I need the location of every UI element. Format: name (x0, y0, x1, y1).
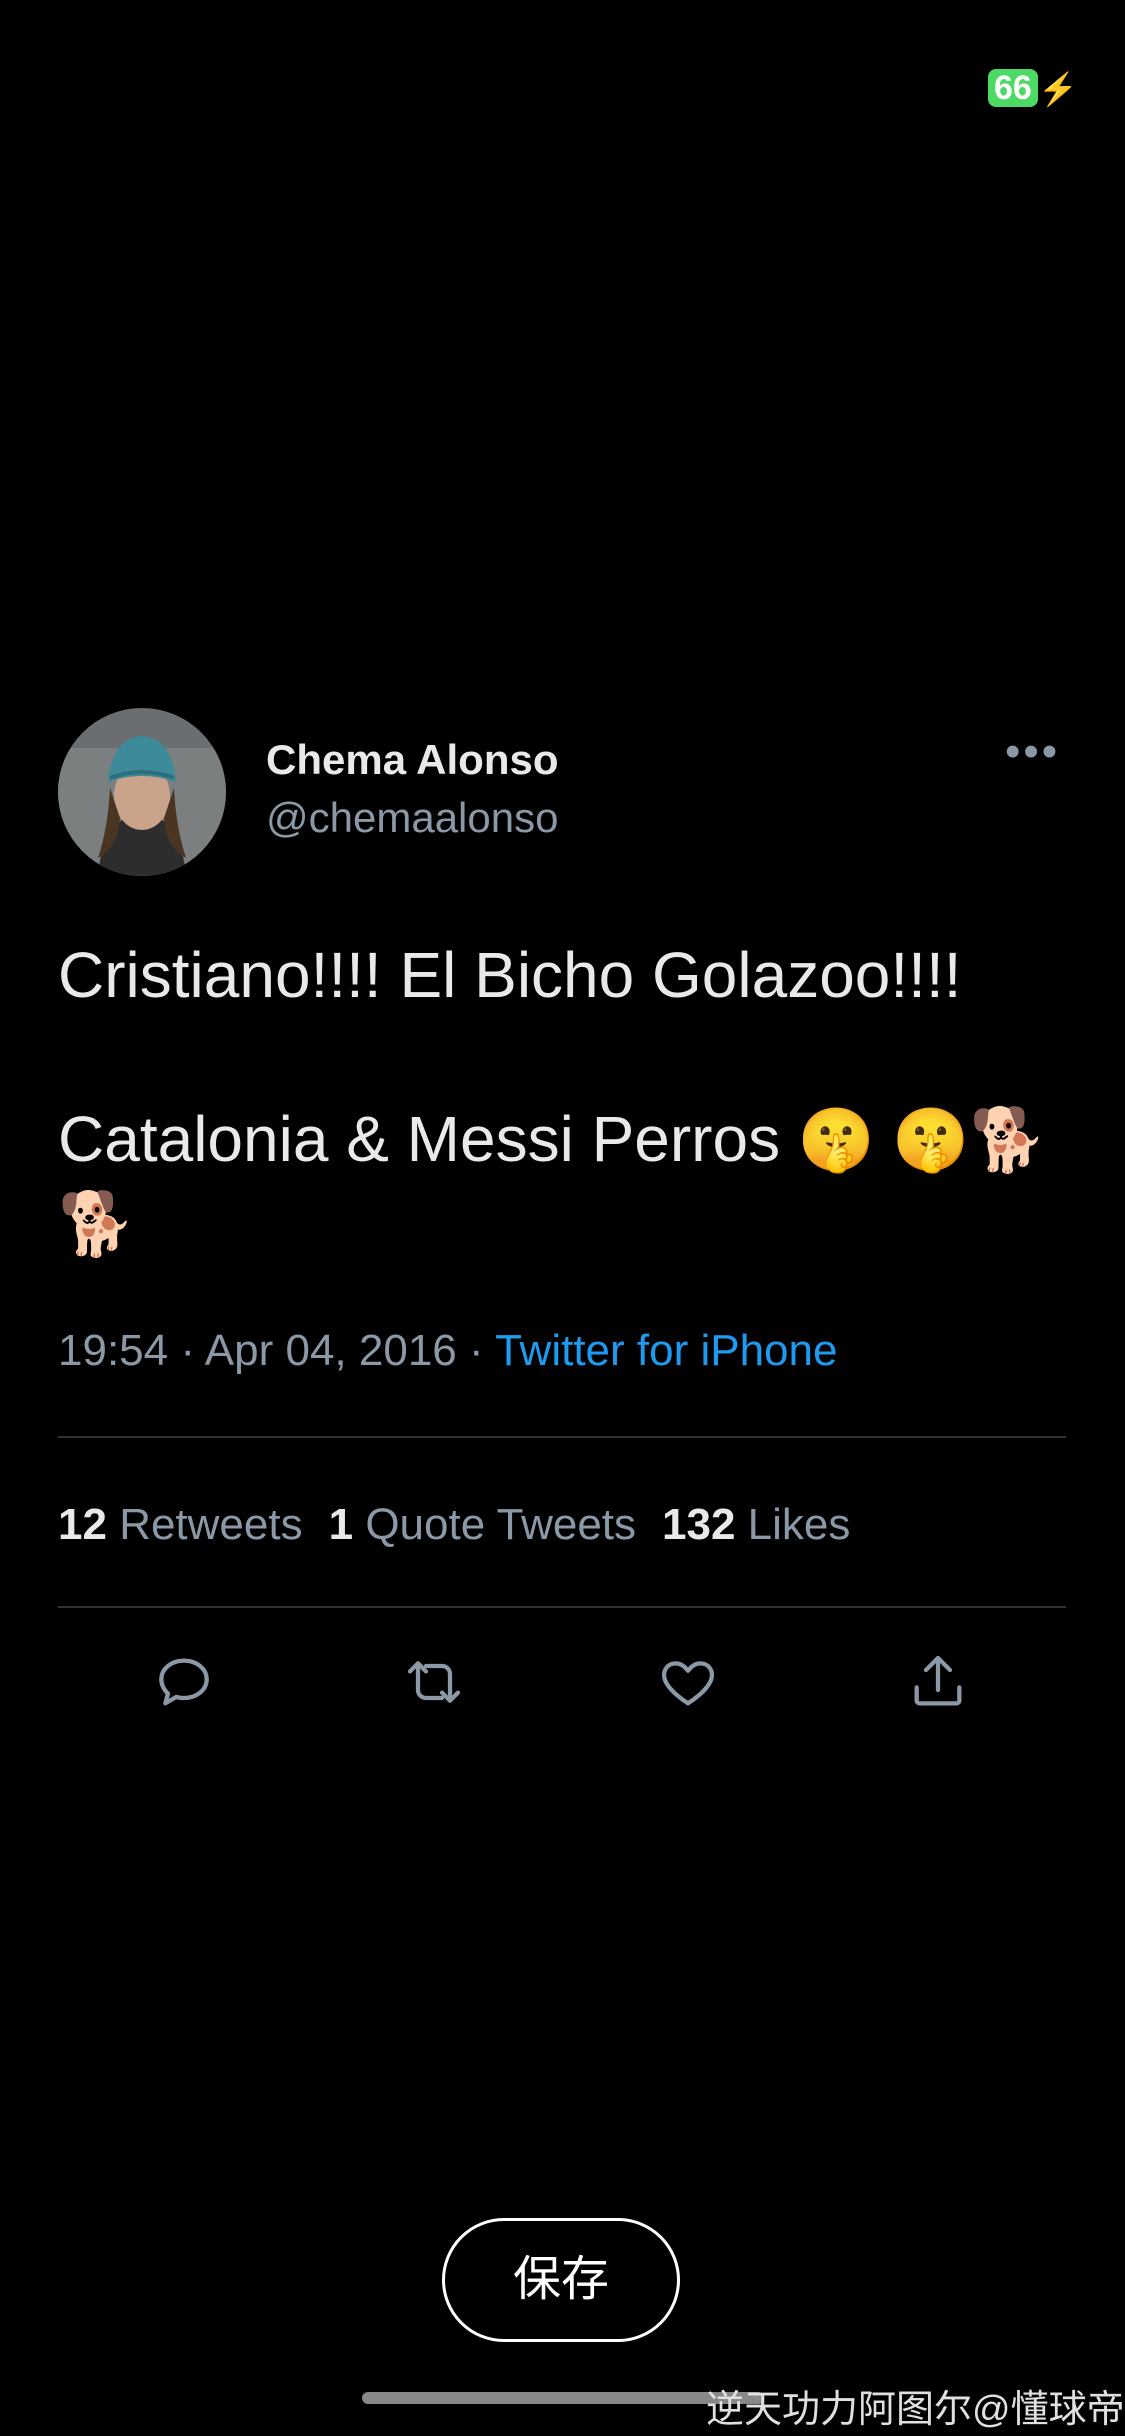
watermark: 逆天功力阿图尔@懂球帝 (706, 2389, 1125, 2431)
heart-icon[interactable] (656, 1650, 720, 1714)
tweet-source-link[interactable]: Twitter for iPhone (495, 1326, 837, 1375)
tweet-text-line-1: Cristiano!!!! El Bicho Golazoo!!!! (58, 939, 962, 1011)
battery-indicator: 66 (988, 69, 1038, 107)
tweet-text-line-2: Catalonia & Messi Perros (58, 1103, 781, 1175)
home-indicator[interactable] (362, 2392, 764, 2404)
status-bar: 66 ⚡ (0, 0, 1125, 130)
save-button[interactable]: 保存 (442, 2218, 680, 2342)
charging-icon: ⚡ (1038, 71, 1078, 107)
tweet-time: 19:54 (58, 1326, 169, 1375)
tweet-text: Cristiano!!!! El Bicho Golazoo!!!! Catal… (58, 934, 1078, 1266)
action-bar (0, 1650, 1125, 1730)
tweet-date: Apr 04, 2016 (204, 1326, 457, 1375)
retweets-stat[interactable]: 12 Retweets (58, 1500, 303, 1549)
engagement-stats: 12 Retweets 1 Quote Tweets 132 Likes (58, 1500, 850, 1550)
retweet-icon[interactable] (402, 1650, 466, 1714)
avatar[interactable] (58, 708, 226, 876)
author-handle[interactable]: @chemaalonso (266, 794, 558, 842)
more-options-icon[interactable]: ••• (1005, 730, 1060, 774)
tweet-meta: 19:54 · Apr 04, 2016 · Twitter for iPhon… (58, 1326, 838, 1375)
divider (58, 1436, 1066, 1438)
likes-stat[interactable]: 132 Likes (662, 1500, 850, 1549)
author-name[interactable]: Chema Alonso (266, 736, 558, 784)
share-icon[interactable] (906, 1650, 970, 1714)
reply-icon[interactable] (152, 1650, 216, 1714)
quote-tweets-stat[interactable]: 1 Quote Tweets (329, 1500, 636, 1549)
divider (58, 1606, 1066, 1608)
